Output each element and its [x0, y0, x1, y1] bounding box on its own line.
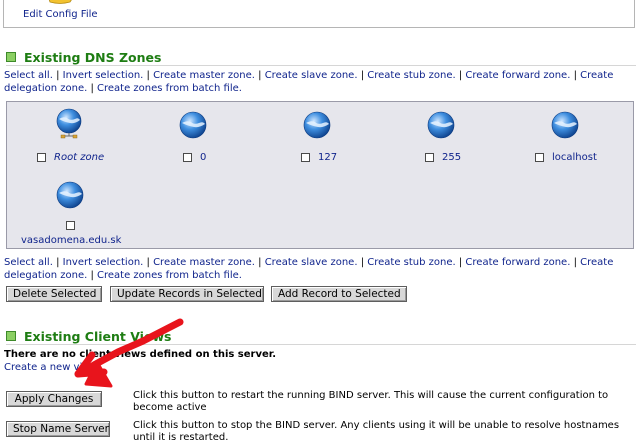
- globe-icon[interactable]: [55, 180, 85, 210]
- zone-name-link[interactable]: 0: [200, 152, 206, 163]
- create-view-link[interactable]: Create a new view.: [4, 362, 99, 373]
- zone-checkbox[interactable]: [301, 153, 310, 162]
- zone-name-link[interactable]: localhost: [552, 152, 597, 163]
- invert-selection-link[interactable]: Invert selection.: [63, 70, 144, 81]
- zone-checkbox[interactable]: [535, 153, 544, 162]
- select-all-link[interactable]: Select all.: [4, 257, 53, 268]
- edit-config-icon[interactable]: [46, 0, 76, 4]
- section-bullet-icon: [6, 52, 16, 62]
- zone-item: 255: [393, 106, 513, 172]
- globe-icon[interactable]: [550, 110, 580, 140]
- section-bullet-icon: [6, 331, 16, 341]
- globe-icon[interactable]: [302, 110, 332, 140]
- stop-server-description: Click this button to stop the BIND serve…: [133, 420, 620, 443]
- zone-item: vasadomena.edu.sk: [13, 178, 133, 248]
- globe-icon[interactable]: [178, 110, 208, 140]
- zone-item: Root zone: [17, 106, 137, 172]
- create-master-zone-link[interactable]: Create master zone.: [153, 70, 255, 81]
- zone-checkbox[interactable]: [37, 153, 46, 162]
- zone-name-link[interactable]: vasadomena.edu.sk: [21, 235, 121, 246]
- zone-item: 127: [269, 106, 389, 172]
- section-divider: [6, 65, 636, 66]
- create-slave-zone-link[interactable]: Create slave zone.: [265, 70, 358, 81]
- create-forward-zone-link[interactable]: Create forward zone.: [465, 257, 570, 268]
- create-slave-zone-link[interactable]: Create slave zone.: [265, 257, 358, 268]
- module-config-box: Edit Config File: [3, 0, 635, 28]
- create-batch-zones-link[interactable]: Create zones from batch file.: [97, 270, 242, 281]
- zone-checkbox[interactable]: [66, 221, 75, 230]
- zone-checkbox[interactable]: [425, 153, 434, 162]
- select-all-link[interactable]: Select all.: [4, 70, 53, 81]
- apply-changes-description: Click this button to restart the running…: [133, 390, 609, 413]
- client-views-heading: Existing Client Views: [6, 328, 636, 345]
- zone-checkbox[interactable]: [183, 153, 192, 162]
- section-divider: [6, 344, 636, 345]
- root-globe-icon[interactable]: [53, 107, 85, 139]
- create-stub-zone-link[interactable]: Create stub zone.: [367, 70, 455, 81]
- no-views-message: There are no client views defined on thi…: [4, 349, 277, 360]
- create-stub-zone-link[interactable]: Create stub zone.: [367, 257, 455, 268]
- dns-zones-heading: Existing DNS Zones: [6, 49, 636, 66]
- add-record-button[interactable]: Add Record to Selected: [271, 286, 407, 302]
- zone-links-bottom: Select all. | Invert selection. | Create…: [4, 257, 614, 281]
- zones-panel: Root zone 0 127 255 localhost vasadomena…: [6, 101, 634, 249]
- delete-selected-button[interactable]: Delete Selected: [6, 286, 102, 302]
- create-master-zone-link[interactable]: Create master zone.: [153, 257, 255, 268]
- zone-links-top: Select all. | Invert selection. | Create…: [4, 70, 614, 94]
- zone-name-link[interactable]: Root zone: [54, 152, 104, 163]
- invert-selection-link[interactable]: Invert selection.: [63, 257, 144, 268]
- stop-name-server-button[interactable]: Stop Name Server: [6, 421, 110, 437]
- zone-item: localhost: [513, 106, 633, 172]
- create-batch-zones-link[interactable]: Create zones from batch file.: [97, 83, 242, 94]
- zone-item: 0: [145, 106, 265, 172]
- edit-config-link[interactable]: Edit Config File: [23, 9, 98, 20]
- globe-icon[interactable]: [426, 110, 456, 140]
- client-views-title: Existing Client Views: [24, 328, 172, 344]
- apply-changes-button[interactable]: Apply Changes: [6, 391, 102, 407]
- create-forward-zone-link[interactable]: Create forward zone.: [465, 70, 570, 81]
- zone-name-link[interactable]: 127: [318, 152, 337, 163]
- zone-name-link[interactable]: 255: [442, 152, 461, 163]
- update-records-button[interactable]: Update Records in Selected: [110, 286, 264, 302]
- dns-zones-title: Existing DNS Zones: [24, 49, 162, 65]
